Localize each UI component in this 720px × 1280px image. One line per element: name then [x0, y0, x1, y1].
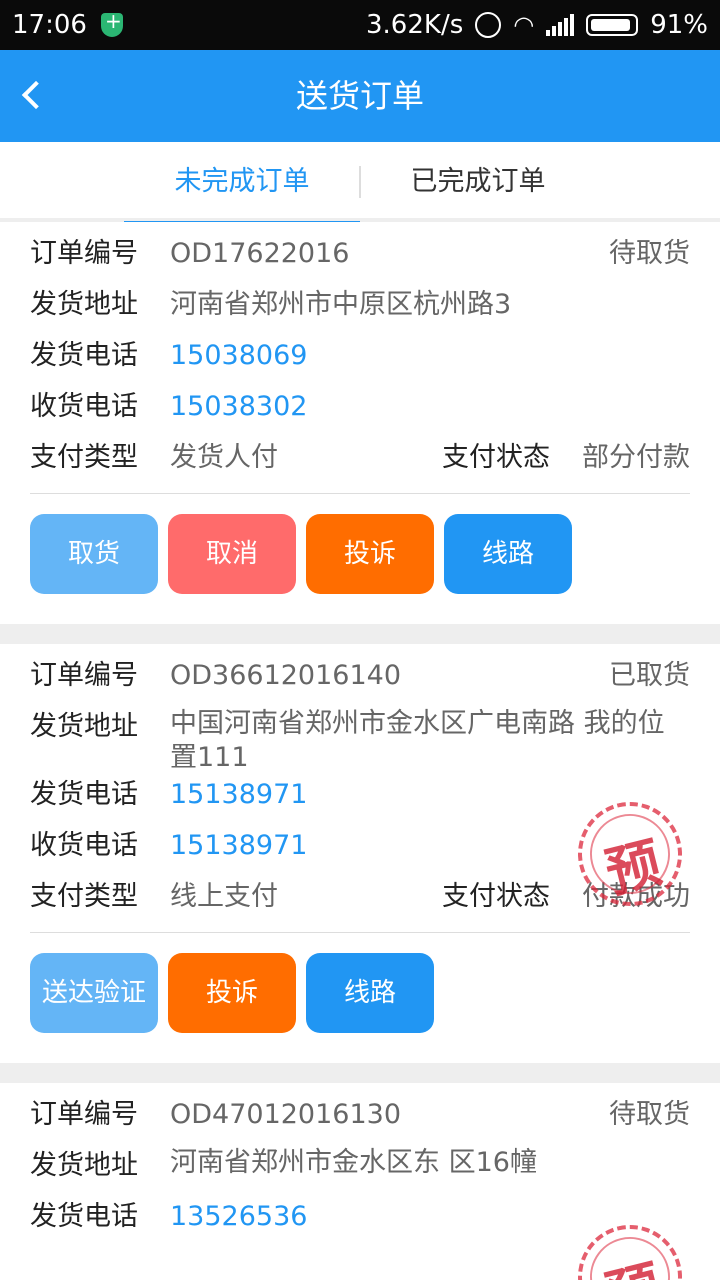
complaint-button[interactable]: 投诉 [306, 514, 434, 594]
pay-status-label: 支付状态 [442, 442, 550, 473]
pay-type-value: 发货人付 [170, 442, 278, 473]
signal-icon [546, 14, 575, 36]
order-status: 待取货 [609, 1099, 690, 1130]
battery-level: 91% [650, 10, 708, 40]
tab-completed-orders[interactable]: 已完成订单 [360, 142, 596, 222]
order-no-label: 订单编号 [30, 238, 138, 269]
ship-addr-value: 中国河南省郑州市金水区广电南路 我的位置111 [170, 708, 665, 773]
action-buttons: 取货 取消 投诉 线路 [30, 514, 690, 594]
card-gap [0, 1063, 720, 1083]
ship-addr-label: 发货地址 [30, 711, 138, 742]
route-button[interactable]: 线路 [444, 514, 572, 594]
battery-icon [586, 14, 639, 36]
wifi-icon: ◠ [513, 11, 535, 39]
order-list: 订单编号 OD17622016 待取货 发货地址 河南省郑州市中原区杭州路3 发… [0, 222, 720, 1280]
order-no-value: OD17622016 [170, 238, 350, 269]
ship-phone-link[interactable]: 15038069 [170, 336, 690, 376]
route-button[interactable]: 线路 [306, 953, 434, 1033]
order-card: 订单编号 OD47012016130 待取货 发货地址 河南省郑州市金水区东 区… [0, 1083, 720, 1280]
ship-phone-row: 发货电话 15038069 [30, 336, 690, 387]
ship-addr-label: 发货地址 [30, 289, 138, 320]
tab-incomplete-orders[interactable]: 未完成订单 [124, 142, 360, 226]
pay-type-label: 支付类型 [30, 881, 138, 912]
pay-status-value: 部分付款 [582, 442, 690, 473]
status-bar: 17:06 3.62K/s ◠ 91% [0, 0, 720, 50]
pickup-button[interactable]: 取货 [30, 514, 158, 594]
order-no-row: 订单编号 OD36612016140 已取货 [30, 656, 690, 707]
order-status: 已取货 [609, 660, 690, 691]
ship-addr-row: 发货地址 河南省郑州市金水区东 区16幢 [30, 1146, 690, 1197]
ship-addr-label: 发货地址 [30, 1150, 138, 1181]
complaint-button[interactable]: 投诉 [168, 953, 296, 1033]
status-right: 3.62K/s ◠ 91% [366, 10, 708, 40]
pay-type-value: 线上支付 [170, 881, 278, 912]
alarm-icon [475, 12, 502, 38]
card-divider [30, 493, 690, 494]
pay-type-label: 支付类型 [30, 442, 138, 473]
order-no-label: 订单编号 [30, 660, 138, 691]
status-time: 17:06 [12, 10, 87, 40]
order-no-row: 订单编号 OD17622016 待取货 [30, 234, 690, 285]
recv-phone-label: 收货电话 [30, 830, 138, 861]
payment-row: 支付类型 发货人付 支付状态 部分付款 [30, 438, 690, 489]
recv-phone-label: 收货电话 [30, 391, 138, 422]
recv-phone-link[interactable]: 15038302 [170, 387, 690, 427]
card-gap [0, 624, 720, 644]
order-card: 订单编号 OD17622016 待取货 发货地址 河南省郑州市中原区杭州路3 发… [0, 222, 720, 624]
order-no-label: 订单编号 [30, 1099, 138, 1130]
cancel-button[interactable]: 取消 [168, 514, 296, 594]
network-speed: 3.62K/s [366, 10, 464, 40]
card-divider [30, 932, 690, 933]
app-bar: 送货订单 [0, 50, 720, 142]
ship-addr-value: 河南省郑州市金水区东 区16幢 [170, 1147, 537, 1178]
ship-phone-label: 发货电话 [30, 1201, 138, 1232]
ship-addr-row: 发货地址 河南省郑州市中原区杭州路3 [30, 285, 690, 336]
delivery-verify-button[interactable]: 送达验证 [30, 953, 158, 1033]
ship-addr-value: 河南省郑州市中原区杭州路3 [170, 289, 512, 320]
order-no-value: OD47012016130 [170, 1099, 402, 1130]
order-status: 待取货 [609, 238, 690, 269]
order-tabs: 未完成订单 已完成订单 [0, 142, 720, 226]
order-card: 订单编号 OD36612016140 已取货 发货地址 中国河南省郑州市金水区广… [0, 644, 720, 1063]
recv-phone-row: 收货电话 15038302 [30, 387, 690, 438]
ship-phone-label: 发货电话 [30, 340, 138, 371]
ship-addr-row: 发货地址 中国河南省郑州市金水区广电南路 我的位置111 [30, 707, 690, 775]
action-buttons: 送达验证 投诉 线路 [30, 953, 690, 1033]
pay-status-label: 支付状态 [442, 881, 550, 912]
page-title: 送货订单 [295, 77, 424, 115]
order-no-row: 订单编号 OD47012016130 待取货 [30, 1095, 690, 1146]
order-no-value: OD36612016140 [170, 660, 402, 691]
security-shield-icon [100, 9, 123, 37]
ship-phone-label: 发货电话 [30, 779, 138, 810]
